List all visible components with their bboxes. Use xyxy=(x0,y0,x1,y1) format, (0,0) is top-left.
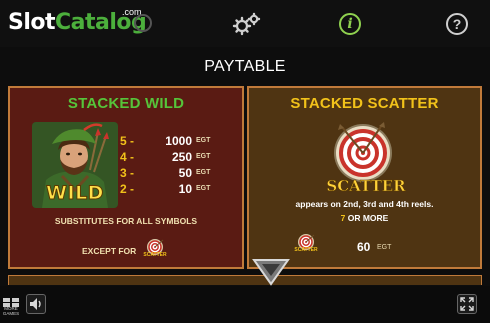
logo-slot-text: Slot xyxy=(8,10,56,35)
payout-unit: EGT xyxy=(196,169,211,176)
payout-dash: - xyxy=(130,182,134,196)
scatter-description: appears on 2nd, 3rd and 4th reels. xyxy=(295,199,434,209)
payout-value: 10 xyxy=(178,182,192,196)
except-scatter-symbol: SCATTER xyxy=(143,238,167,260)
bottom-bar xyxy=(0,286,490,323)
wild-payout-row: 3 - 50 EGT xyxy=(120,166,230,181)
scatter-payout-unit: EGT xyxy=(377,244,392,251)
stacked-wild-title: STACKED WILD xyxy=(67,95,185,112)
scatter-symbol-label: SCATTER xyxy=(326,177,406,196)
settings-gear-icon[interactable] xyxy=(231,12,261,36)
help-icon[interactable]: ? xyxy=(446,13,468,35)
wild-payout-row: 4 - 250 EGT xyxy=(120,150,230,165)
speaker-icon xyxy=(30,298,41,310)
payout-dash: - xyxy=(130,166,134,180)
payout-count: 4 xyxy=(120,150,127,164)
page-title: PAYTABLE xyxy=(204,58,286,75)
payout-unit: EGT xyxy=(196,185,211,192)
substitutes-text: SUBSTITUTES FOR ALL SYMBOLS xyxy=(54,216,198,226)
scatter-requirement-count: 7 xyxy=(340,213,346,223)
payout-dash: - xyxy=(130,134,134,148)
payout-count: 5 xyxy=(120,134,127,148)
fullscreen-button[interactable] xyxy=(457,294,477,314)
payout-value: 50 xyxy=(178,166,192,180)
stacked-scatter-title: STACKED SCATTER xyxy=(290,95,439,112)
fullscreen-icon xyxy=(460,297,474,311)
info-icon[interactable]: i xyxy=(339,13,361,35)
payout-value: 1000 xyxy=(165,134,192,148)
payout-count: 2 xyxy=(120,182,127,196)
more-games-label: MORE GAMES xyxy=(2,306,20,316)
payout-value: 250 xyxy=(171,150,192,164)
scatter-payout-symbol: SCATTER xyxy=(294,233,318,255)
more-games-button[interactable]: MORE GAMES xyxy=(2,295,20,317)
home-icon[interactable] xyxy=(134,14,152,32)
payout-unit: EGT xyxy=(196,137,211,144)
mini-scatter-label: SCATTER xyxy=(143,252,167,258)
scatter-requirement: 7 OR MORE xyxy=(249,213,480,223)
mini-scatter-label: SCATTER xyxy=(294,247,318,253)
scroll-down-arrow-icon[interactable] xyxy=(252,256,290,286)
sound-toggle-button[interactable] xyxy=(26,294,46,314)
top-bar: SlotCatalog .com i ? xyxy=(0,0,490,47)
except-for-text: EXCEPT FOR xyxy=(82,246,137,256)
stacked-scatter-panel: STACKED SCATTER SCATTER appears on 2nd, … xyxy=(247,86,482,269)
wild-payout-row: 5 - 1000 EGT xyxy=(120,134,230,149)
payout-unit: EGT xyxy=(196,153,211,160)
wild-payout-row: 2 - 10 EGT xyxy=(120,182,230,197)
wild-symbol-label: WILD xyxy=(46,182,104,205)
next-page-strip xyxy=(8,275,482,285)
archery-target-scatter-icon xyxy=(334,122,392,182)
payout-count: 3 xyxy=(120,166,127,180)
scatter-requirement-text: OR MORE xyxy=(347,213,389,223)
stacked-wild-panel: STACKED WILD WILD 5 - 1000 EGT 4 - 250 E… xyxy=(8,86,244,269)
payout-dash: - xyxy=(130,150,134,164)
scatter-payout-value: 60 xyxy=(357,240,371,254)
